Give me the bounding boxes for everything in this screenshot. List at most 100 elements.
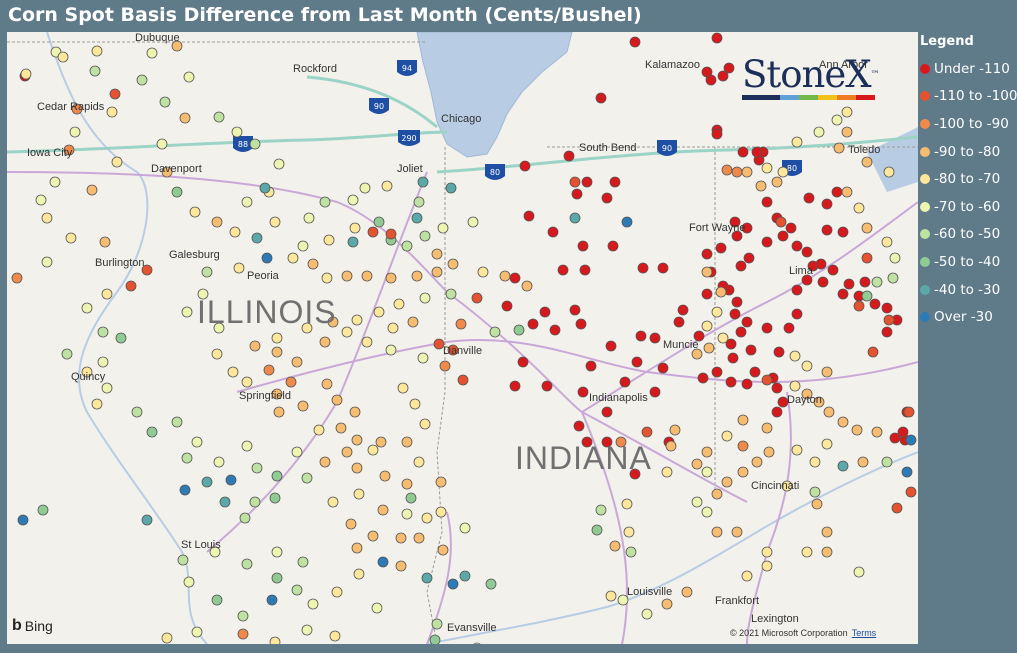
basis-point[interactable] xyxy=(771,382,783,394)
legend-item[interactable]: -50 to -40 xyxy=(920,248,1017,276)
basis-point[interactable] xyxy=(115,332,127,344)
basis-point[interactable] xyxy=(509,272,521,284)
basis-point[interactable] xyxy=(791,284,803,296)
basis-point[interactable] xyxy=(669,424,681,436)
basis-point[interactable] xyxy=(367,444,379,456)
basis-point[interactable] xyxy=(459,522,471,534)
basis-point[interactable] xyxy=(331,394,343,406)
basis-point[interactable] xyxy=(261,252,273,264)
basis-point[interactable] xyxy=(831,186,843,198)
basis-point[interactable] xyxy=(271,572,283,584)
basis-point[interactable] xyxy=(171,186,183,198)
basis-point[interactable] xyxy=(605,340,617,352)
basis-point[interactable] xyxy=(691,458,703,470)
basis-point[interactable] xyxy=(601,192,613,204)
basis-point[interactable] xyxy=(345,518,357,530)
basis-point[interactable] xyxy=(677,304,689,316)
basis-point[interactable] xyxy=(472,642,482,644)
basis-point[interactable] xyxy=(477,266,489,278)
basis-point[interactable] xyxy=(319,196,331,208)
basis-point[interactable] xyxy=(273,406,285,418)
basis-point[interactable] xyxy=(809,456,821,468)
basis-point[interactable] xyxy=(547,226,559,238)
basis-point[interactable] xyxy=(637,262,649,274)
basis-point[interactable] xyxy=(183,71,195,83)
basis-point[interactable] xyxy=(569,212,581,224)
basis-point[interactable] xyxy=(801,546,813,558)
basis-point[interactable] xyxy=(237,628,249,640)
basis-point[interactable] xyxy=(711,488,723,500)
basis-point[interactable] xyxy=(521,280,533,292)
basis-point[interactable] xyxy=(867,346,879,358)
basis-point[interactable] xyxy=(735,326,747,338)
basis-point[interactable] xyxy=(649,386,661,398)
basis-point[interactable] xyxy=(673,316,685,328)
basis-point[interactable] xyxy=(785,222,797,234)
basis-point[interactable] xyxy=(761,322,773,334)
basis-point[interactable] xyxy=(905,486,917,498)
basis-point[interactable] xyxy=(385,228,397,240)
basis-point[interactable] xyxy=(579,264,591,276)
basis-point[interactable] xyxy=(777,166,789,178)
bing-attribution[interactable]: b Bing xyxy=(12,617,53,635)
basis-point[interactable] xyxy=(459,570,471,582)
basis-point[interactable] xyxy=(35,194,47,206)
basis-point[interactable] xyxy=(861,290,873,302)
basis-point[interactable] xyxy=(457,374,469,386)
basis-point[interactable] xyxy=(665,440,677,452)
basis-point[interactable] xyxy=(731,296,743,308)
basis-point[interactable] xyxy=(351,542,363,554)
basis-point[interactable] xyxy=(101,382,113,394)
basis-point[interactable] xyxy=(821,366,833,378)
basis-point[interactable] xyxy=(353,568,365,580)
legend-item[interactable]: -110 to -100 xyxy=(920,83,1017,111)
basis-point[interactable] xyxy=(146,47,158,59)
basis-point[interactable] xyxy=(701,446,713,458)
basis-point[interactable] xyxy=(569,304,581,316)
basis-point[interactable] xyxy=(397,382,409,394)
basis-point[interactable] xyxy=(41,256,53,268)
basis-point[interactable] xyxy=(843,278,855,290)
basis-point[interactable] xyxy=(557,264,569,276)
basis-point[interactable] xyxy=(335,422,347,434)
basis-point[interactable] xyxy=(411,270,423,282)
basis-point[interactable] xyxy=(777,230,789,242)
legend-item[interactable]: Under -110 xyxy=(920,55,1017,83)
basis-point[interactable] xyxy=(227,366,239,378)
basis-point[interactable] xyxy=(347,194,359,206)
basis-point[interactable] xyxy=(435,506,447,518)
basis-point[interactable] xyxy=(146,426,158,438)
basis-point[interactable] xyxy=(811,498,823,510)
basis-point[interactable] xyxy=(791,444,803,456)
basis-point[interactable] xyxy=(341,326,353,338)
basis-point[interactable] xyxy=(771,176,783,188)
basis-point[interactable] xyxy=(823,406,835,418)
basis-point[interactable] xyxy=(49,176,61,188)
basis-point[interactable] xyxy=(249,138,261,150)
basis-point[interactable] xyxy=(211,348,223,360)
basis-point[interactable] xyxy=(841,186,853,198)
basis-point[interactable] xyxy=(455,318,467,330)
basis-point[interactable] xyxy=(605,590,617,602)
basis-point[interactable] xyxy=(573,420,585,432)
basis-point[interactable] xyxy=(641,426,653,438)
basis-point[interactable] xyxy=(467,216,479,228)
basis-point[interactable] xyxy=(409,398,421,410)
basis-point[interactable] xyxy=(419,292,431,304)
basis-point[interactable] xyxy=(373,216,385,228)
basis-point[interactable] xyxy=(575,318,587,330)
basis-point[interactable] xyxy=(775,216,787,228)
basis-point[interactable] xyxy=(577,240,589,252)
basis-point[interactable] xyxy=(621,498,633,510)
basis-point[interactable] xyxy=(321,378,333,390)
basis-point[interactable] xyxy=(97,356,109,368)
basis-point[interactable] xyxy=(721,476,733,488)
basis-point[interactable] xyxy=(201,266,213,278)
basis-point[interactable] xyxy=(351,434,363,446)
basis-point[interactable] xyxy=(563,150,575,162)
basis-point[interactable] xyxy=(237,610,249,622)
legend-item[interactable]: Over -30 xyxy=(920,303,1017,331)
basis-point[interactable] xyxy=(445,182,457,194)
basis-point[interactable] xyxy=(97,326,109,338)
basis-point[interactable] xyxy=(233,262,245,274)
